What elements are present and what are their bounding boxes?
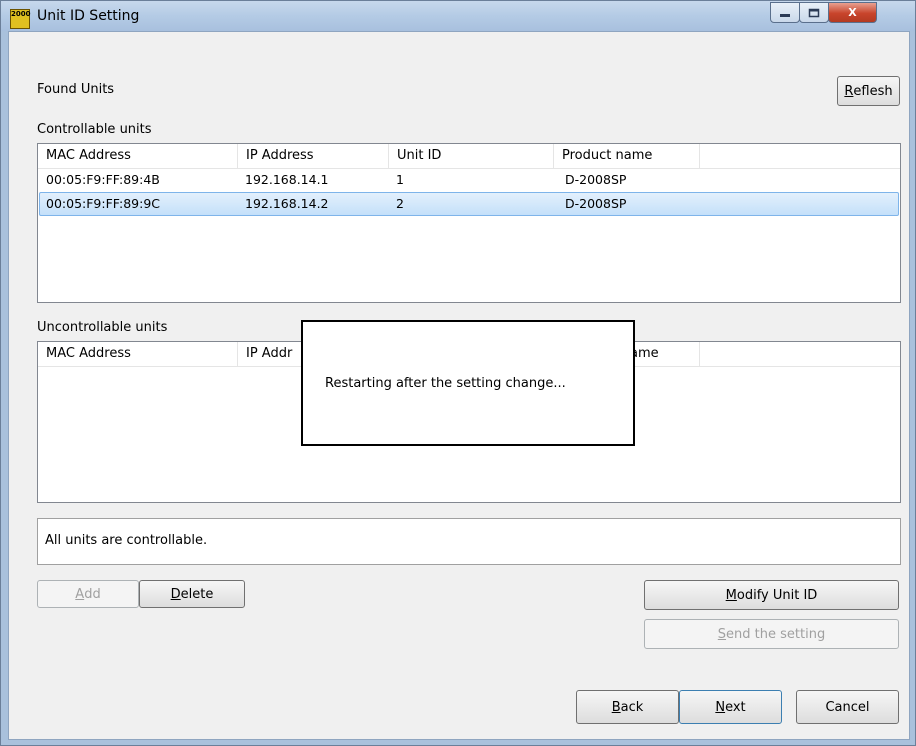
back-button[interactable]: Back [576,690,679,724]
next-mnemonic: N [715,699,726,715]
modify-unit-id-button[interactable]: Modify Unit ID [644,580,899,610]
delete-label: elete [180,586,214,602]
column-ip-address[interactable]: IP Address [238,144,389,168]
controllable-list-header: MAC Address IP Address Unit ID Product n… [38,144,900,169]
add-button[interactable]: Add [37,580,139,608]
send-setting-button[interactable]: Send the setting [644,619,899,649]
cell-product: D-2008SP [565,196,627,211]
maximize-button[interactable] [799,2,829,23]
cell-mac: 00:05:F9:FF:89:4B [46,172,160,187]
delete-mnemonic: D [170,586,181,602]
add-label: dd [84,586,101,602]
status-text: All units are controllable. [45,533,208,548]
maximize-icon [808,8,820,17]
column-mac-address[interactable]: MAC Address [38,342,238,366]
column-product-name[interactable]: Product name [554,144,700,168]
close-button[interactable]: X [828,2,877,23]
minimize-icon [780,13,790,17]
send-mnemonic: S [717,626,727,642]
back-label: ack [620,699,644,715]
popup-message: Restarting after the setting change... [325,376,566,391]
column-mac-address[interactable]: MAC Address [38,144,238,168]
controllable-units-list[interactable]: MAC Address IP Address Unit ID Product n… [37,143,901,303]
close-icon: X [848,6,857,19]
refresh-label: eflesh [853,83,893,99]
table-row-selected[interactable]: 00:05:F9:FF:89:9C 192.168.14.2 2 D-2008S… [39,192,899,216]
cancel-button[interactable]: Cancel [796,690,899,724]
dialog-client-area: Found Units Reflesh Controllable units M… [8,31,910,740]
window-title: Unit ID Setting [37,8,140,24]
cell-unit-id: 2 [396,196,404,211]
cell-mac: 00:05:F9:FF:89:9C [46,196,161,211]
refresh-mnemonic: R [844,83,854,99]
send-label: end the setting [726,626,826,642]
next-button[interactable]: Next [679,690,782,724]
unit-id-setting-window: 2000 Unit ID Setting X Found Units Refle… [0,0,916,746]
minimize-button[interactable] [770,2,800,23]
cell-unit-id: 1 [396,172,404,187]
refresh-button[interactable]: Reflesh [837,76,900,106]
cell-ip: 192.168.14.2 [245,196,329,211]
cell-product: D-2008SP [565,172,627,187]
status-message-box: All units are controllable. [37,518,901,565]
modify-label: odify Unit ID [736,587,818,603]
title-bar[interactable]: 2000 Unit ID Setting X [1,1,915,31]
app-icon-text: 2000 [11,10,31,18]
table-row[interactable]: 00:05:F9:FF:89:4B 192.168.14.1 1 D-2008S… [39,169,899,191]
delete-button[interactable]: Delete [139,580,245,608]
restarting-popup: Restarting after the setting change... [301,320,635,446]
app-icon: 2000 [10,9,30,29]
modify-mnemonic: M [725,587,737,603]
column-unit-id[interactable]: Unit ID [389,144,554,168]
back-mnemonic: B [611,699,621,715]
add-mnemonic: A [75,586,85,602]
cell-ip: 192.168.14.1 [245,172,329,187]
controllable-units-label: Controllable units [37,122,152,137]
uncontrollable-units-label: Uncontrollable units [37,320,168,335]
found-units-label: Found Units [37,82,115,97]
next-label: ext [725,699,746,715]
